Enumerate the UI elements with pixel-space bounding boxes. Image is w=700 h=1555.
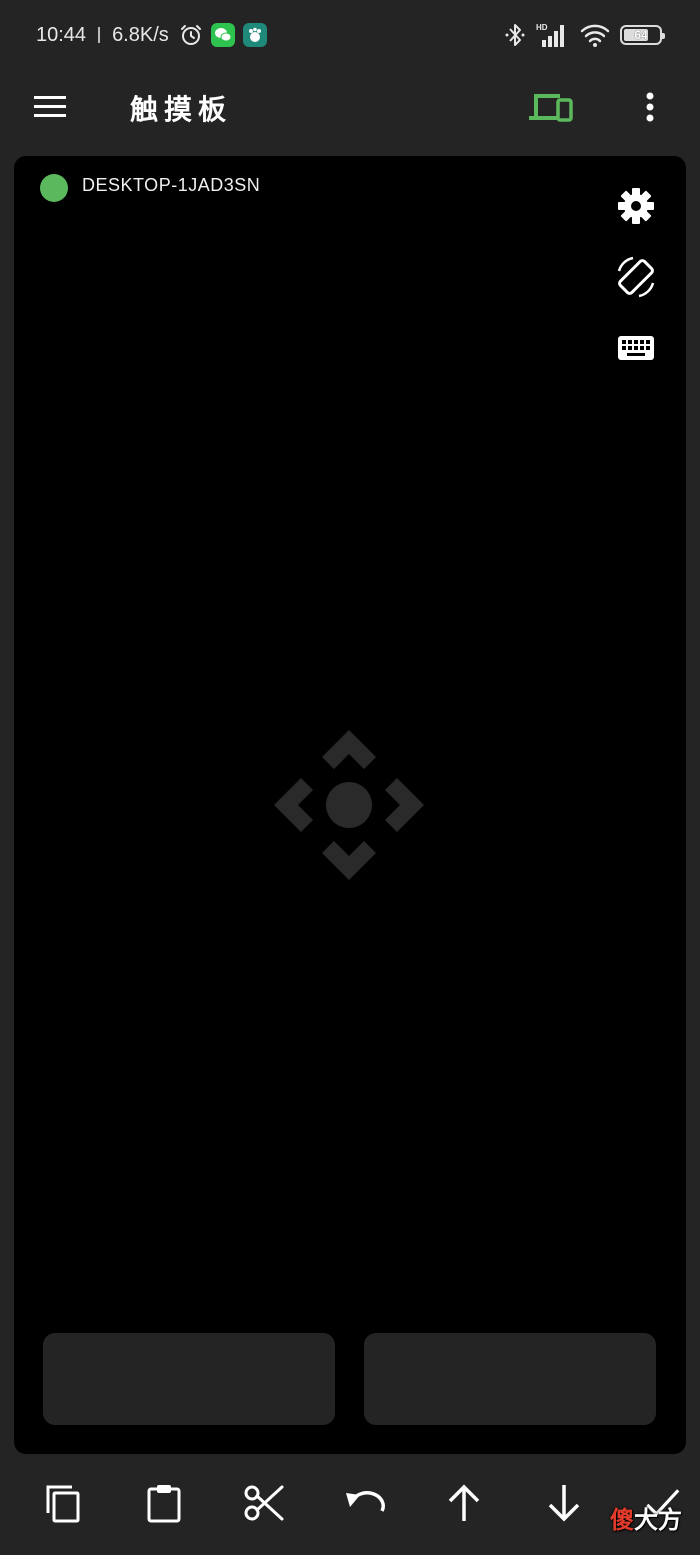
status-notification-icons	[179, 23, 267, 47]
hamburger-menu-icon	[34, 96, 66, 117]
copy-button[interactable]	[40, 1478, 88, 1528]
connection-status-dot	[40, 174, 68, 202]
watermark-part-1: 傻	[610, 1506, 634, 1534]
cellular-signal-icon: HD	[536, 23, 564, 47]
menu-button[interactable]	[30, 90, 70, 124]
left-click-button[interactable]	[43, 1333, 335, 1425]
watermark-logo: 傻大方	[610, 1500, 682, 1535]
scissors-icon	[244, 1485, 284, 1521]
status-right: HD 64	[504, 20, 665, 50]
connected-device-name: DESKTOP-1JAD3SN	[82, 175, 261, 195]
signal-hd-label: HD	[536, 23, 548, 32]
status-time: 10:44	[36, 23, 87, 46]
right-click-button[interactable]	[364, 1333, 656, 1425]
alarm-icon	[180, 25, 201, 45]
page-title: 触摸板	[130, 93, 233, 126]
arrow-up-icon	[448, 1484, 480, 1521]
more-vert-icon	[646, 92, 654, 122]
wechat-icon	[210, 23, 235, 47]
arrow-down-icon	[548, 1485, 580, 1522]
keyboard-button[interactable]	[612, 324, 660, 372]
copy-icon	[46, 1485, 80, 1523]
status-left: 10:44 6.8K/s	[36, 20, 267, 50]
wifi-icon	[580, 24, 610, 47]
keyboard-icon	[618, 336, 654, 360]
move-cursor-icon	[274, 730, 424, 880]
status-bar: 10:44 6.8K/s HD 64	[0, 0, 700, 70]
more-options-button[interactable]	[636, 88, 664, 126]
cut-button[interactable]	[240, 1478, 288, 1528]
undo-icon	[346, 1491, 385, 1512]
bottom-action-bar: 傻大方	[0, 1466, 700, 1555]
touchpad-area[interactable]: DESKTOP-1JAD3SN	[14, 156, 686, 1454]
screen-rotation-icon	[617, 256, 655, 298]
bluetooth-icon	[505, 24, 525, 46]
app-notification-icon	[242, 23, 267, 47]
status-separator	[98, 27, 101, 43]
scroll-up-button[interactable]	[440, 1478, 488, 1528]
devices-button[interactable]	[526, 88, 576, 126]
watermark-part-2: 大方	[634, 1506, 682, 1534]
screen-rotation-button[interactable]	[612, 253, 660, 301]
app-toolbar: 触摸板	[0, 70, 700, 144]
paste-button[interactable]	[140, 1478, 188, 1528]
devices-icon	[529, 94, 573, 122]
gear-icon	[618, 188, 654, 224]
clipboard-icon	[147, 1485, 181, 1523]
scroll-down-button[interactable]	[540, 1478, 588, 1528]
status-net-speed: 6.8K/s	[112, 23, 169, 46]
battery-level: 64	[634, 28, 648, 42]
undo-button[interactable]	[340, 1478, 388, 1528]
settings-button[interactable]	[612, 182, 660, 230]
battery-icon: 64	[620, 25, 665, 45]
